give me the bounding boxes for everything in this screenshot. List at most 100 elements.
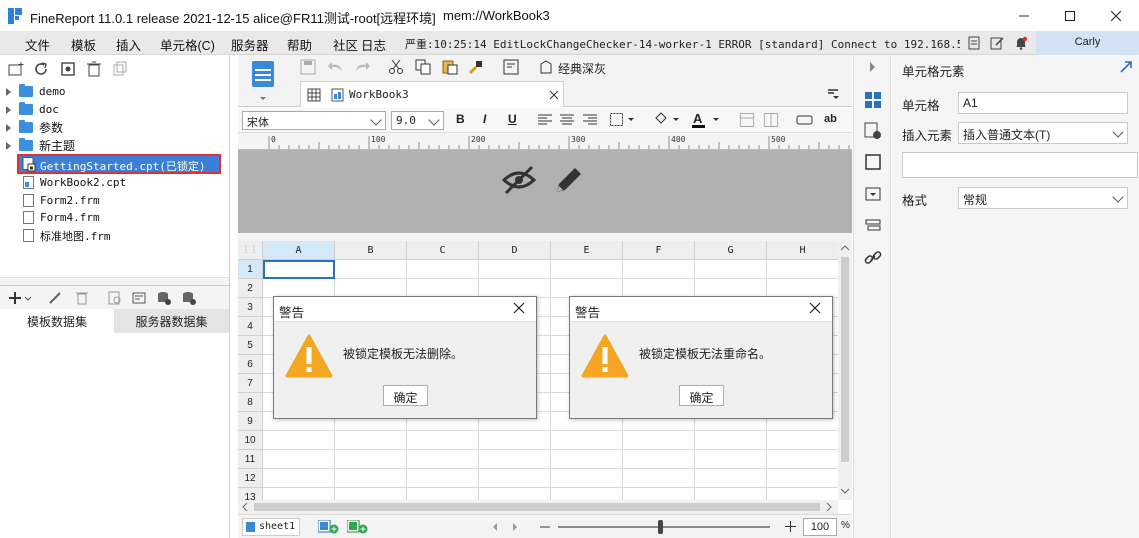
minimize-button[interactable] (1001, 0, 1047, 31)
tab-workbook3[interactable]: WorkBook3 (300, 81, 564, 107)
bold-icon[interactable]: B (456, 112, 465, 126)
column-header[interactable]: F (623, 241, 695, 260)
menu-log[interactable]: 日志 (361, 35, 386, 54)
grid-cell[interactable] (335, 260, 407, 279)
vertical-scrollbar[interactable] (838, 241, 852, 500)
delete-icon[interactable] (85, 60, 103, 78)
column-header[interactable]: E (551, 241, 623, 260)
grid-cell[interactable] (335, 450, 407, 469)
zoom-slider[interactable] (558, 526, 770, 528)
menu-community[interactable]: 社区 (333, 35, 358, 54)
grid-cell[interactable] (407, 488, 479, 500)
preview-dataset-icon[interactable] (107, 290, 123, 306)
format-painter-icon[interactable] (468, 59, 484, 75)
grid-cell[interactable] (695, 469, 767, 488)
vertical-scroll-thumb[interactable] (841, 257, 849, 462)
collapse-arrow-icon[interactable] (869, 61, 877, 73)
row-header[interactable]: 3 (238, 298, 263, 317)
row-header[interactable]: 6 (238, 355, 263, 374)
insert-element-select[interactable]: 插入普通文本(T) (958, 122, 1128, 144)
menu-file[interactable]: 文件 (25, 35, 50, 54)
grid-cell[interactable] (479, 450, 551, 469)
refresh-icon[interactable] (32, 60, 50, 78)
scroll-up-icon[interactable] (841, 245, 849, 251)
tree-folder-theme[interactable]: 新主题 (6, 137, 75, 154)
redo-icon[interactable] (353, 59, 371, 75)
grid-cell[interactable] (479, 469, 551, 488)
copy-icon[interactable] (415, 59, 431, 75)
server-database-icon[interactable] (181, 290, 197, 306)
column-header[interactable]: D (479, 241, 551, 260)
widget-icon[interactable] (864, 185, 882, 203)
grid-cell[interactable] (335, 469, 407, 488)
grid-cell[interactable] (263, 469, 335, 488)
row-header[interactable]: 8 (238, 393, 263, 412)
cell-content-input[interactable] (902, 152, 1138, 178)
column-header[interactable]: G (695, 241, 767, 260)
grid-cell[interactable] (551, 469, 623, 488)
merge-cells-icon[interactable] (740, 113, 754, 127)
row-header[interactable]: 13 (238, 488, 263, 500)
horizontal-scrollbar[interactable] (238, 500, 838, 514)
expand-caret-icon[interactable] (6, 123, 11, 132)
sheet-tab[interactable]: sheet1 (242, 518, 300, 536)
menu-template[interactable]: 模板 (71, 35, 96, 54)
grid-cell[interactable] (263, 431, 335, 450)
copy-icon[interactable] (111, 60, 129, 78)
close-tab-icon[interactable] (549, 90, 559, 100)
database-icon[interactable] (156, 290, 172, 306)
fill-color-icon[interactable] (653, 112, 683, 127)
tab-list-dropdown-icon[interactable] (826, 86, 840, 100)
hyperlink-icon[interactable] (864, 249, 882, 267)
theme-label[interactable]: 经典深灰 (558, 60, 606, 77)
menu-server[interactable]: 服务器 (231, 35, 269, 54)
user-name[interactable]: Carly (1036, 31, 1139, 55)
font-size-select[interactable]: 9.0 (391, 111, 444, 130)
grid-cell[interactable] (263, 450, 335, 469)
paste-icon[interactable] (442, 59, 458, 75)
delete-dataset-icon[interactable] (74, 290, 90, 306)
expand-caret-icon[interactable] (6, 105, 11, 114)
grid-cell[interactable] (407, 260, 479, 279)
log-message[interactable]: 严重:10:25:14 EditLockChangeChecker-14-wor… (405, 36, 960, 52)
grid-cell[interactable] (767, 469, 838, 488)
tab-server-dataset[interactable]: 服务器数据集 (114, 309, 229, 333)
italic-icon[interactable]: I (483, 112, 486, 126)
tree-file-form2[interactable]: Form2.frm (23, 192, 100, 209)
grid-cell[interactable] (767, 431, 838, 450)
grid-cell[interactable] (479, 260, 551, 279)
grid-corner[interactable]: ⋮⋮ (238, 241, 263, 260)
sheet-prev-icon[interactable] (492, 523, 498, 531)
zoom-slider-thumb[interactable] (658, 520, 663, 534)
save-icon[interactable] (300, 59, 316, 75)
splitter[interactable] (238, 233, 852, 241)
zoom-in-icon[interactable] (785, 521, 796, 532)
scroll-left-icon[interactable] (242, 503, 248, 511)
row-header[interactable]: 1 (238, 260, 263, 279)
align-right-icon[interactable] (583, 114, 597, 126)
sheet-next-icon[interactable] (512, 523, 518, 531)
scroll-right-icon[interactable] (826, 503, 832, 511)
menu-help[interactable]: 帮助 (287, 35, 312, 54)
grid-cell[interactable] (263, 488, 335, 500)
grid-cell[interactable] (695, 260, 767, 279)
grid-cell[interactable] (623, 469, 695, 488)
grid-cell[interactable] (335, 488, 407, 500)
theme-icon[interactable] (538, 59, 554, 75)
edit-icon[interactable] (990, 36, 1004, 50)
zoom-input[interactable]: 100 (803, 518, 837, 536)
cell-name-input[interactable]: A1 (958, 92, 1128, 114)
close-window-button[interactable] (1093, 0, 1139, 31)
maximize-button[interactable] (1047, 0, 1093, 31)
row-header[interactable]: 2 (238, 279, 263, 298)
tree-file-map[interactable]: 标准地图.frm (23, 227, 111, 244)
selected-cell[interactable] (263, 260, 335, 279)
grid-cell[interactable] (551, 450, 623, 469)
document-icon[interactable] (967, 36, 981, 50)
grid-cell[interactable] (695, 450, 767, 469)
font-family-select[interactable]: 宋体 (242, 111, 386, 130)
column-header[interactable]: C (407, 241, 479, 260)
scroll-down-icon[interactable] (841, 488, 849, 494)
tree-file-form4[interactable]: Form4.frm (23, 209, 100, 226)
condition-attribute-icon[interactable] (864, 217, 882, 235)
